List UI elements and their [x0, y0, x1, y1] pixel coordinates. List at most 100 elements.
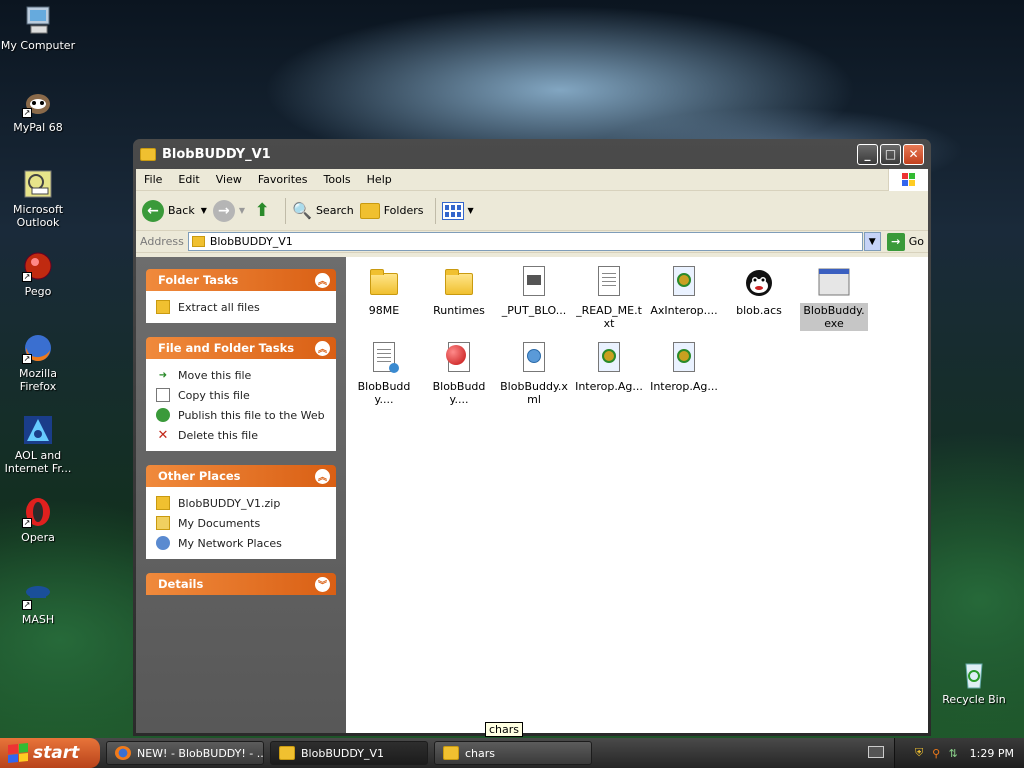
task-label: Move this file — [178, 368, 252, 382]
file-item-98me[interactable]: 98ME — [348, 265, 420, 318]
desktop-icon-mash[interactable]: ↗ MASH — [0, 578, 76, 626]
folder-icon — [367, 265, 401, 299]
address-input[interactable]: BlobBUDDY_V1 — [187, 232, 863, 251]
close-button[interactable]: ✕ — [903, 143, 924, 165]
file-item-blobbuddy-exe[interactable]: BlobBuddy.exe — [798, 265, 870, 331]
search-label: Search — [315, 204, 354, 217]
file-item-blob-acs[interactable]: blob.acs — [723, 265, 795, 318]
search-button[interactable]: 🔍 Search — [292, 201, 354, 220]
shortcut-arrow-icon: ↗ — [22, 108, 32, 118]
desktop-icon-my-computer[interactable]: My Computer — [0, 4, 76, 52]
desktop-icon-opera[interactable]: ↗ Opera — [0, 496, 76, 544]
address-dropdown-button[interactable]: ▼ — [863, 232, 881, 251]
menu-tools[interactable]: Tools — [316, 173, 359, 186]
address-label: Address — [140, 235, 184, 248]
collapse-icon[interactable]: ︽ — [315, 272, 330, 288]
xml-file-icon — [517, 341, 551, 375]
desktop-icon-pego[interactable]: ↗ Pego — [0, 250, 76, 298]
clock[interactable]: 1:29 PM — [970, 747, 1014, 760]
collapse-icon[interactable]: ︽ — [315, 340, 330, 356]
other-places-header[interactable]: Other Places ︽ — [146, 465, 336, 487]
task-extract-all-files[interactable]: Extract all files — [156, 297, 326, 317]
menu-favorites[interactable]: Favorites — [250, 173, 316, 186]
place-network[interactable]: My Network Places — [156, 533, 326, 553]
maximize-button[interactable]: □ — [880, 143, 901, 165]
menu-edit[interactable]: Edit — [170, 173, 207, 186]
mash-icon: ↗ — [22, 578, 54, 610]
computer-icon — [22, 4, 54, 36]
file-item-axinterop[interactable]: AxInterop.... — [648, 265, 720, 318]
file-item-blobbuddy-manifest[interactable]: BlobBuddy.... — [348, 341, 420, 407]
expand-icon[interactable]: ︾ — [315, 576, 330, 592]
file-item-blobbuddy-red[interactable]: BlobBuddy.... — [423, 341, 495, 407]
file-item-interop-ag-2[interactable]: Interop.Ag... — [648, 341, 720, 394]
folders-button[interactable]: Folders — [359, 202, 423, 219]
panel-title: File and Folder Tasks — [158, 341, 295, 355]
taskbar-item-firefox[interactable]: NEW! - BlobBUDDY! - ... — [106, 741, 264, 765]
taskbar-item-chars[interactable]: chars — [434, 741, 592, 765]
explorer-window: BlobBUDDY_V1 _ □ ✕ File Edit View Favori… — [133, 139, 931, 736]
task-publish-web[interactable]: Publish this file to the Web — [156, 405, 326, 425]
desktop-icon-aol[interactable]: AOL and Internet Fr... — [0, 414, 76, 475]
start-button[interactable]: start — [0, 738, 100, 768]
desktop-icon-firefox[interactable]: ↗ Mozilla Firefox — [0, 332, 76, 393]
file-item-blobbuddy-xml[interactable]: BlobBuddy.xml — [498, 341, 570, 407]
windows-flag-icon — [8, 742, 28, 764]
folder-tasks-header[interactable]: Folder Tasks ︽ — [146, 269, 336, 291]
collapse-icon[interactable]: ︽ — [315, 468, 330, 484]
shield-icon[interactable]: ⛨ — [913, 746, 926, 760]
desktop-icon-recycle-bin[interactable]: Recycle Bin — [936, 658, 1012, 706]
desktop-icon-label: MASH — [21, 613, 55, 626]
file-item-put-blo[interactable]: _PUT_BLO... — [498, 265, 570, 318]
file-item-readme[interactable]: _READ_ME.txt — [573, 265, 645, 331]
task-delete-file[interactable]: ✕ Delete this file — [156, 425, 326, 445]
place-zip[interactable]: BlobBUDDY_V1.zip — [156, 493, 326, 513]
menu-file[interactable]: File — [136, 173, 170, 186]
panel-title: Details — [158, 577, 204, 591]
file-item-interop-ag-1[interactable]: Interop.Ag... — [573, 341, 645, 394]
views-button[interactable]: ▼ — [442, 201, 474, 220]
address-value: BlobBUDDY_V1 — [209, 235, 293, 248]
desktop-icon-outlook[interactable]: Microsoft Outlook — [0, 168, 76, 229]
file-name: blob.acs — [736, 304, 782, 317]
menu-help[interactable]: Help — [359, 173, 400, 186]
views-icon — [442, 201, 465, 220]
place-my-documents[interactable]: My Documents — [156, 513, 326, 533]
file-item-runtimes[interactable]: Runtimes — [423, 265, 495, 318]
pego-icon: ↗ — [22, 250, 54, 282]
taskbar-item-blobbuddy[interactable]: BlobBUDDY_V1 — [270, 741, 428, 765]
back-button[interactable]: ← Back ▼ — [142, 199, 207, 222]
task-copy-file[interactable]: Copy this file — [156, 385, 326, 405]
desktop-icon-mypal[interactable]: ↗ MyPal 68 — [0, 86, 76, 134]
search-icon[interactable]: ⚲ — [930, 747, 943, 760]
delete-x-icon: ✕ — [157, 427, 169, 443]
application-window-icon — [817, 265, 851, 299]
file-folder-tasks-header[interactable]: File and Folder Tasks ︽ — [146, 337, 336, 359]
chevron-down-icon[interactable]: ▼ — [201, 206, 207, 215]
back-arrow-icon: ← — [142, 199, 164, 222]
minimize-button[interactable]: _ — [857, 143, 878, 165]
firefox-icon: ↗ — [22, 332, 54, 364]
aol-icon — [22, 414, 54, 446]
task-label: Copy this file — [178, 388, 250, 402]
up-folder-button[interactable]: ⬆ — [251, 200, 273, 222]
task-move-file[interactable]: ➜ Move this file — [156, 365, 326, 385]
title-bar[interactable]: BlobBUDDY_V1 _ □ ✕ — [136, 139, 928, 169]
start-label: start — [33, 743, 80, 763]
file-name: Runtimes — [433, 304, 485, 317]
details-header[interactable]: Details ︾ — [146, 573, 336, 595]
file-name: 98ME — [368, 304, 400, 317]
keyboard-icon[interactable] — [868, 746, 884, 758]
network-icon[interactable]: ⇅ — [947, 747, 960, 760]
go-button[interactable]: → Go — [886, 232, 924, 251]
folders-icon — [359, 202, 380, 219]
chevron-down-icon[interactable]: ▼ — [239, 206, 245, 215]
documents-folder-icon — [156, 516, 170, 530]
task-pane: Folder Tasks ︽ Extract all files File an… — [136, 257, 346, 733]
document-icon — [517, 265, 551, 299]
file-name: BlobBuddy.... — [432, 380, 486, 406]
shortcut-arrow-icon: ↗ — [22, 354, 32, 364]
place-label: My Network Places — [178, 536, 282, 550]
forward-button[interactable]: → ▼ — [212, 199, 245, 222]
menu-view[interactable]: View — [208, 173, 250, 186]
